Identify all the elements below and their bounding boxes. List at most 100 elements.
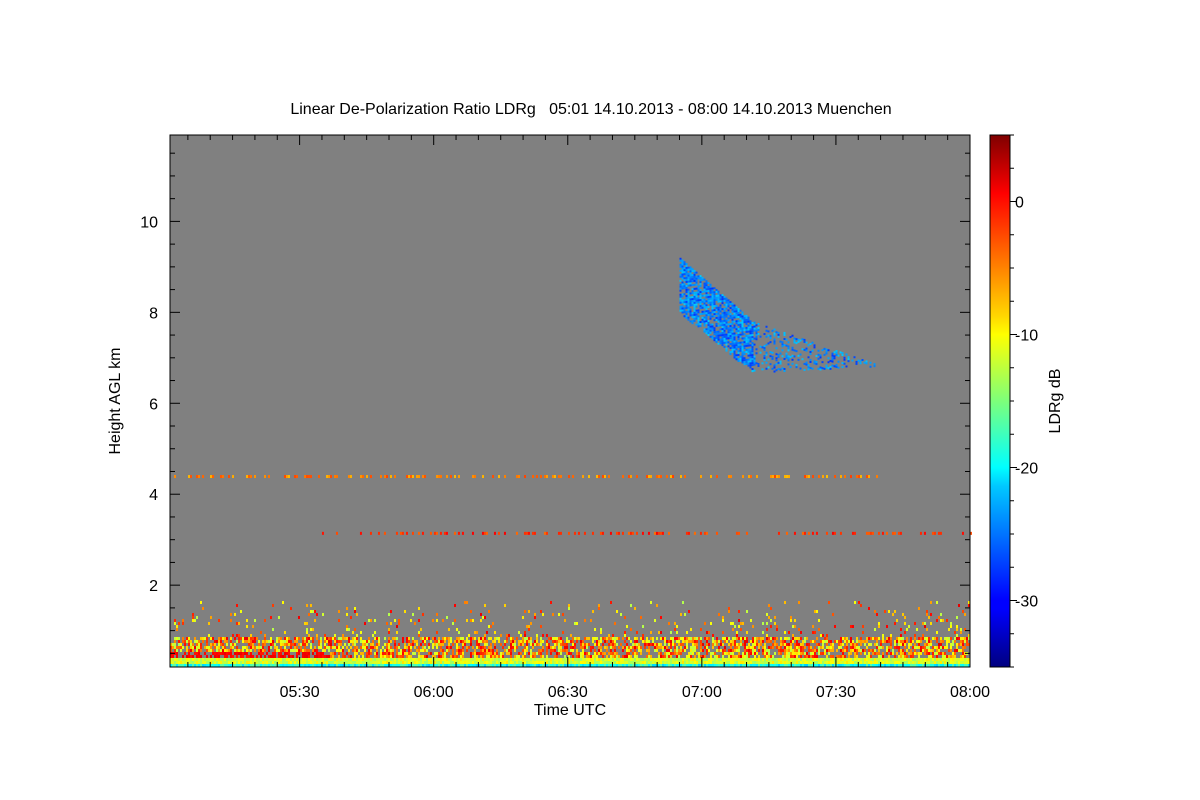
ldr-cell — [488, 649, 490, 652]
ldr-cell — [773, 364, 776, 367]
ldr-cell — [962, 646, 964, 649]
ldr-cell — [786, 646, 788, 649]
ldr-cell — [808, 661, 810, 664]
ldr-cell — [729, 317, 732, 320]
ldr-cell — [886, 652, 888, 655]
ldr-cell — [940, 652, 942, 655]
ldr-cell — [866, 646, 868, 649]
ldr-cell — [417, 531, 420, 535]
ldr-cell — [653, 531, 656, 535]
ldr-cell — [412, 640, 414, 643]
ldr-cell — [294, 475, 296, 479]
ldr-cell — [606, 649, 608, 652]
ldr-cell — [576, 649, 578, 652]
ldr-cell — [504, 661, 506, 664]
ldr-cell — [733, 356, 736, 359]
ldr-cell — [725, 335, 728, 338]
ldr-cell — [828, 658, 830, 661]
ldr-cell — [819, 366, 822, 369]
ldr-cell — [520, 634, 522, 637]
ldr-cell — [770, 640, 772, 643]
ldr-cell — [248, 640, 250, 643]
ldr-cell — [370, 475, 372, 479]
ldr-cell — [701, 290, 704, 293]
ldr-cell — [366, 640, 368, 643]
ldr-cell — [715, 336, 718, 339]
ldr-cell — [705, 304, 708, 307]
ldr-cell — [848, 661, 850, 664]
ldr-cell — [218, 646, 220, 649]
ldr-cell — [308, 655, 310, 658]
ldr-cell — [194, 646, 196, 649]
ldr-cell — [600, 637, 602, 640]
ldr-cell — [302, 661, 304, 664]
ldr-cell — [490, 655, 492, 658]
ldr-cell — [701, 304, 704, 307]
ldr-cell — [689, 312, 692, 315]
ldr-cell — [700, 628, 702, 631]
ldr-cell — [690, 637, 692, 640]
ldr-cell — [749, 330, 752, 333]
ldr-cell — [845, 353, 848, 356]
ldr-cell — [390, 658, 392, 661]
ldr-cell — [837, 354, 840, 357]
ldr-cell — [250, 655, 252, 658]
ldr-cell — [920, 658, 922, 661]
ldr-cell — [482, 616, 484, 619]
colorbar-tick-label: 0 — [1015, 195, 1024, 212]
ldr-cell — [234, 658, 236, 661]
ldr-cell — [798, 661, 800, 664]
ldr-cell — [747, 336, 750, 339]
ldr-cell — [300, 643, 302, 646]
ldr-cell — [827, 357, 830, 360]
ldr-cell — [538, 643, 540, 646]
ldr-cell — [730, 475, 732, 479]
ldr-cell — [743, 339, 746, 342]
ldr-cell — [788, 643, 790, 646]
ldr-cell — [386, 646, 388, 649]
ldr-cell — [354, 643, 356, 646]
ldr-cell — [740, 643, 742, 646]
ldr-cell — [634, 655, 636, 658]
ldr-cell — [719, 316, 722, 319]
ldr-cell — [782, 643, 784, 646]
ldr-cell — [940, 619, 942, 622]
ldr-cell — [576, 637, 578, 640]
ldr-cell — [787, 349, 790, 352]
ldr-cell — [767, 358, 770, 361]
ldr-cell — [362, 652, 364, 655]
ldr-cell — [638, 661, 640, 664]
ldr-cell — [536, 640, 538, 643]
ldr-cell — [693, 531, 696, 535]
ldr-cell — [749, 326, 752, 329]
ldr-cell — [865, 360, 868, 363]
ldr-cell — [753, 343, 756, 346]
ldr-cell — [416, 475, 418, 479]
ldr-cell — [308, 634, 310, 637]
ldr-cell — [916, 652, 918, 655]
ldr-cell — [725, 299, 728, 302]
ldr-cell — [438, 643, 440, 646]
ldr-cell — [414, 646, 416, 649]
ldr-cell — [874, 610, 876, 613]
ldr-cell — [822, 475, 824, 479]
ldr-cell — [812, 649, 814, 652]
ldr-cell — [840, 649, 842, 652]
ldr-cell — [717, 292, 720, 295]
ldr-cell — [695, 271, 698, 274]
ldr-cell — [488, 652, 490, 655]
ldr-cell — [717, 314, 720, 317]
ldr-cell — [214, 643, 216, 646]
ldr-cell — [723, 331, 726, 334]
ldr-cell — [743, 359, 746, 362]
ldr-cell — [192, 613, 194, 616]
ldr-cell — [312, 637, 314, 640]
ldr-cell — [396, 655, 398, 658]
ldr-cell — [776, 637, 778, 640]
ldr-cell — [676, 631, 678, 634]
y-tick-label: 10 — [140, 214, 158, 231]
ldr-cell — [715, 288, 718, 291]
ldr-cell — [694, 658, 696, 661]
ldr-cell — [568, 661, 570, 664]
ldr-cell — [679, 293, 682, 296]
